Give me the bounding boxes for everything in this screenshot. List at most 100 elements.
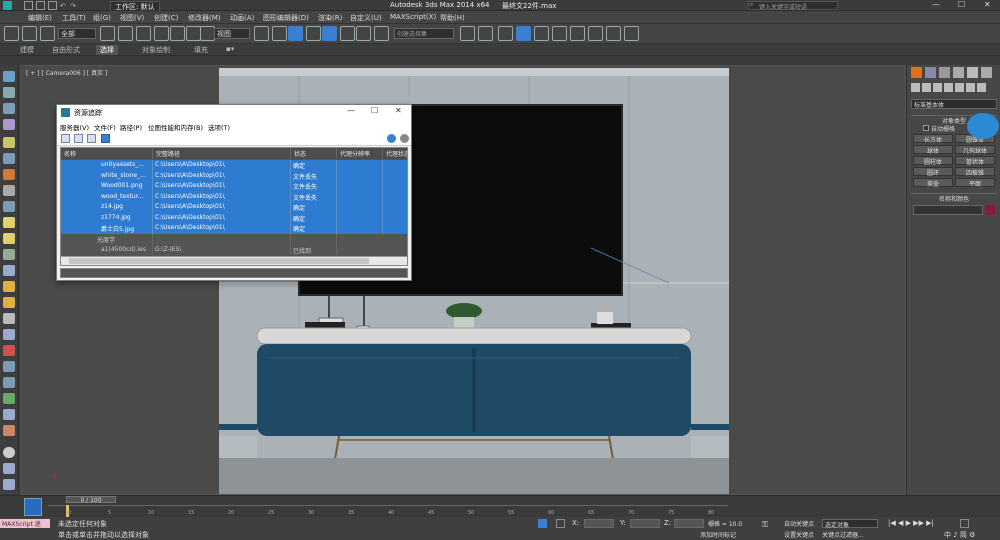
menu-customize[interactable]: 自定义(U): [350, 13, 382, 23]
time-slider[interactable]: 0 / 100: [66, 496, 116, 504]
dialog-minimize-button[interactable]: —: [347, 106, 355, 115]
tool-icon-17[interactable]: [3, 329, 15, 340]
coord-z-field[interactable]: [674, 519, 704, 528]
settings-icon[interactable]: [400, 134, 409, 143]
menu-maxscript[interactable]: MAXScript(X): [390, 13, 436, 21]
add-time-tag[interactable]: 添加时间标记: [700, 530, 736, 539]
tool-icon-23[interactable]: [3, 425, 15, 436]
unlink-icon[interactable]: [22, 26, 37, 41]
bind-space-warp-icon[interactable]: [40, 26, 55, 41]
select-by-name-icon[interactable]: [118, 26, 133, 41]
systems-icon[interactable]: [977, 83, 986, 92]
scrollbar-thumb[interactable]: [69, 258, 369, 264]
table-row[interactable]: a1(4500cd).ies G:\Z-IES\ 已找到: [61, 244, 407, 255]
ribbon-options-icon[interactable]: ▪▾: [222, 45, 238, 53]
absolute-mode-icon[interactable]: [556, 519, 565, 528]
table-row[interactable]: white_stone_... C:\Users\A\Desktop\01\ 文…: [61, 170, 407, 181]
menu-modifiers[interactable]: 修改器(M): [188, 13, 221, 23]
geosphere-button[interactable]: 几何球体: [955, 145, 995, 155]
mirror-icon[interactable]: [460, 26, 475, 41]
undo-icon[interactable]: ↶: [60, 2, 66, 10]
mini-curve-editor-icon[interactable]: [24, 498, 42, 516]
tool-icon-3[interactable]: [3, 103, 15, 114]
open-file-icon[interactable]: [36, 1, 45, 10]
graphite-toolset-icon[interactable]: [516, 26, 531, 41]
select-object-icon[interactable]: [100, 26, 115, 41]
column-header-proxy-status[interactable]: 代理状态: [383, 148, 407, 159]
ribbon-tab-modeling[interactable]: 建模: [16, 45, 38, 55]
sphere-button[interactable]: 球体: [913, 145, 953, 155]
menu-views[interactable]: 视图(V): [120, 13, 144, 23]
render-setup-icon[interactable]: [588, 26, 603, 41]
tool-icon-11[interactable]: [3, 233, 15, 244]
new-file-icon[interactable]: [24, 1, 33, 10]
column-header-name[interactable]: 名称: [61, 148, 153, 159]
menu-tools[interactable]: 工具(T): [62, 13, 86, 23]
object-color-swatch[interactable]: [985, 205, 995, 215]
coord-x-field[interactable]: [584, 519, 614, 528]
auto-key-button[interactable]: 自动关键点: [784, 519, 814, 528]
tool-icon-2[interactable]: [3, 87, 15, 98]
dialog-menu-server[interactable]: 服务器(V): [60, 122, 89, 132]
tool-icon-20[interactable]: [3, 377, 15, 388]
dialog-menu-file[interactable]: 文件(F): [94, 122, 116, 132]
tool-icon-12[interactable]: [3, 249, 15, 260]
table-row[interactable]: z1774.jpg C:\Users\A\Desktop\01\ 确定: [61, 212, 407, 223]
horizontal-scrollbar[interactable]: [61, 256, 407, 265]
dialog-status-field[interactable]: [60, 268, 408, 278]
key-icon[interactable]: ⚿: [762, 520, 768, 530]
helpers-icon[interactable]: [955, 83, 964, 92]
coord-y-field[interactable]: [630, 519, 660, 528]
table-view-icon[interactable]: [101, 134, 110, 143]
dialog-close-button[interactable]: ✕: [395, 106, 402, 115]
tool-icon-9[interactable]: [3, 201, 15, 212]
viewport-label[interactable]: [ + ] [ Camera006 ] [ 真实 ]: [26, 68, 107, 77]
schematic-view-icon[interactable]: [552, 26, 567, 41]
column-header-status[interactable]: 状态: [291, 148, 337, 159]
hierarchy-tab-icon[interactable]: [939, 67, 950, 78]
selection-filter-dropdown[interactable]: 全部: [58, 28, 96, 39]
select-manipulate-icon[interactable]: [272, 26, 287, 41]
link-icon[interactable]: [4, 26, 19, 41]
dialog-menu-paths[interactable]: 路径(P): [120, 122, 142, 132]
cameras-icon[interactable]: [944, 83, 953, 92]
lock-selection-icon[interactable]: [538, 519, 547, 528]
tool-icon-5[interactable]: [3, 137, 15, 148]
angle-snap-icon[interactable]: [322, 26, 337, 41]
dialog-menu-bitmap-performance[interactable]: 位图性能和内存(B): [148, 122, 203, 132]
modify-tab-icon[interactable]: [925, 67, 936, 78]
layer-manager-icon[interactable]: [498, 26, 513, 41]
tool-icon-4[interactable]: [3, 119, 15, 130]
tool-icon-21[interactable]: [3, 393, 15, 404]
tool-icon-14[interactable]: [3, 281, 15, 292]
table-row[interactable]: Wood001.png C:\Users\A\Desktop\01\ 文件丢失: [61, 181, 407, 192]
table-row-group[interactable]: 光度学: [61, 234, 407, 245]
dialog-title-bar[interactable]: 资源追踪 — ☐ ✕: [57, 105, 411, 120]
box-button[interactable]: 长方体: [913, 134, 953, 144]
tool-icon-19[interactable]: [3, 361, 15, 372]
key-filters-button[interactable]: 关键点过滤器...: [822, 530, 864, 539]
select-scale-icon[interactable]: [200, 26, 215, 41]
menu-rendering[interactable]: 渲染(R): [318, 13, 342, 23]
tool-icon-15[interactable]: [3, 297, 15, 308]
align-icon[interactable]: [478, 26, 493, 41]
minimize-button[interactable]: —: [932, 0, 940, 9]
ribbon-tab-selection[interactable]: 选择: [96, 45, 118, 55]
maxscript-listener[interactable]: MAXScript 迷: [0, 519, 50, 528]
shapes-icon[interactable]: [922, 83, 931, 92]
menu-help[interactable]: 帮助(H): [440, 13, 465, 23]
tool-icon-22[interactable]: [3, 409, 15, 420]
percent-snap-icon[interactable]: [340, 26, 355, 41]
tool-icon-6[interactable]: [3, 153, 15, 164]
pyramid-button[interactable]: 四棱锥: [955, 167, 995, 177]
redo-icon[interactable]: ↷: [70, 2, 76, 10]
tool-icon-10[interactable]: [3, 217, 15, 228]
create-tab-icon[interactable]: [911, 67, 922, 78]
teapot-button[interactable]: 茶壶: [913, 178, 953, 188]
torus-button[interactable]: 圆环: [913, 167, 953, 177]
motion-tab-icon[interactable]: [953, 67, 964, 78]
playback-controls[interactable]: |◀ ◀ ▶ ▶▶ ▶|: [888, 519, 934, 527]
tool-icon-25[interactable]: [3, 463, 15, 474]
tool-icon-13[interactable]: [3, 265, 15, 276]
reference-coordinate-dropdown[interactable]: 视图: [214, 28, 250, 39]
